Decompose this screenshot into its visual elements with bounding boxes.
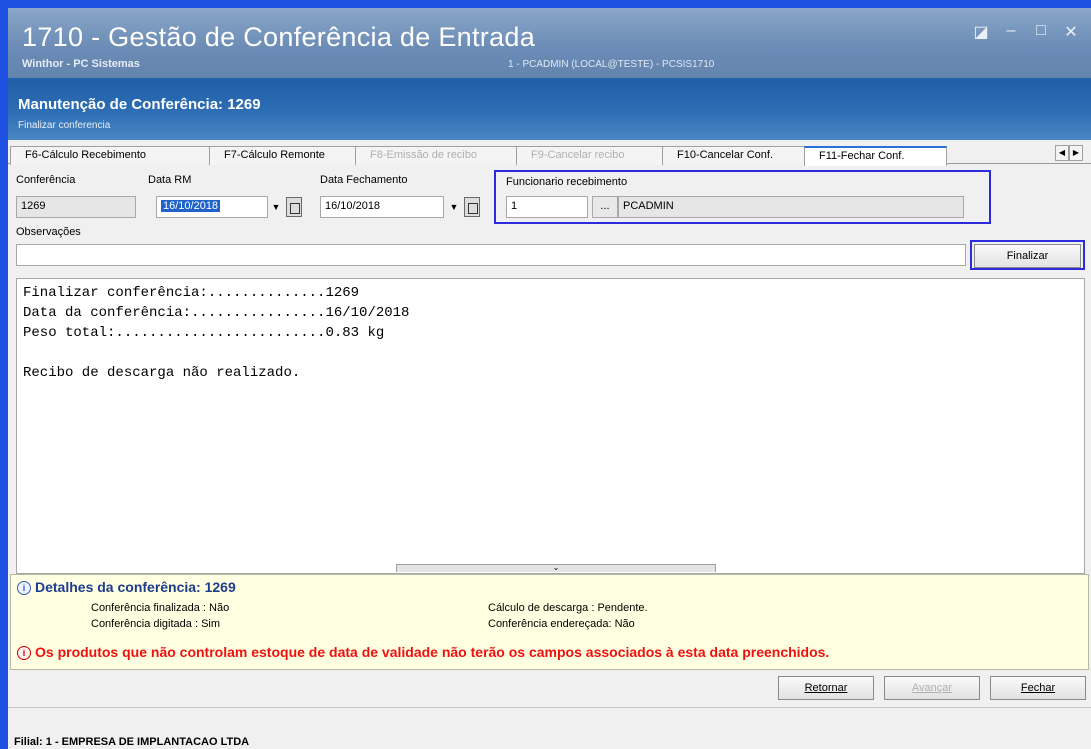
tab-next-icon[interactable]: ▶ xyxy=(1069,145,1083,161)
finalizada-status: Conferência finalizada : Não xyxy=(91,602,230,614)
fechar-button[interactable]: Fechar xyxy=(990,676,1086,700)
tab-calculo-recebimento[interactable]: F6-Cálculo Recebimento xyxy=(10,146,210,165)
fechar-label: Fechar xyxy=(1020,682,1056,694)
warning-text: Os produtos que não controlam estoque de… xyxy=(35,644,830,660)
tab-cancelar-recibo: F9-Cancelar recibo xyxy=(516,146,663,165)
avancar-label: Avançar xyxy=(911,682,953,694)
info-icon: i xyxy=(17,581,31,596)
funcionario-label: Funcionario recebimento xyxy=(506,176,628,188)
log-line: Recibo de descarga não realizado. xyxy=(23,365,301,381)
log-line: Finalizar conferência:..............1269 xyxy=(23,285,360,301)
app-window: 1710 - Gestão de Conferência de Entrada … xyxy=(0,0,1091,749)
tab-emissao-recibo: F8-Emissão de recibo xyxy=(355,146,517,165)
log-line: Data da conferência:................16/1… xyxy=(23,305,410,321)
avancar-button: Avançar xyxy=(884,676,980,700)
funcionario-code-field[interactable]: 1 xyxy=(506,196,588,218)
splitter-handle[interactable]: ⌄ xyxy=(396,564,716,572)
maximize-icon[interactable]: □ xyxy=(1033,22,1049,42)
tab-cancelar-conf[interactable]: F10-Cancelar Conf. xyxy=(662,146,805,165)
data-rm-field[interactable]: 16/10/2018 xyxy=(156,196,268,218)
window-controls: ◪ – □ ✕ xyxy=(973,22,1079,42)
data-rm-value: 16/10/2018 xyxy=(161,200,221,212)
conferencia-field: 1269 xyxy=(16,196,136,218)
close-icon[interactable]: ✕ xyxy=(1063,22,1079,42)
details-title-text: Detalhes da conferência: 1269 xyxy=(35,579,236,595)
page-title: Manutenção de Conferência: 1269 xyxy=(18,96,261,113)
action-bar: Retornar Avançar Fechar xyxy=(8,673,1091,707)
tab-scroll: ◀ ▶ xyxy=(1055,145,1083,161)
conferencia-label: Conferência xyxy=(16,174,76,186)
filial-status: Filial: 1 - EMPRESA DE IMPLANTACAO LTDA xyxy=(14,736,250,748)
data-rm-calendar-icon[interactable] xyxy=(286,197,302,217)
data-fechamento-label: Data Fechamento xyxy=(320,174,408,186)
tab-bar: F6-Cálculo Recebimento F7-Cálculo Remont… xyxy=(8,144,1091,166)
data-fechamento-dropdown-icon[interactable]: ▼ xyxy=(448,196,460,218)
main-content: Manutenção de Conferência: 1269 Finaliza… xyxy=(8,78,1091,749)
app-title: 1710 - Gestão de Conferência de Entrada xyxy=(22,22,536,52)
funcionario-name-field: PCADMIN xyxy=(618,196,964,218)
session-info: 1 - PCADMIN (LOCAL@TESTE) - PCSIS1710 xyxy=(508,59,715,70)
log-output: Finalizar conferência:..............1269… xyxy=(16,278,1085,574)
calculo-status: Cálculo de descarga : Pendente. xyxy=(488,602,648,614)
tab-calculo-remonte[interactable]: F7-Cálculo Remonte xyxy=(209,146,356,165)
tab-prev-icon[interactable]: ◀ xyxy=(1055,145,1069,161)
details-title: i Detalhes da conferência: 1269 xyxy=(17,579,236,596)
digitada-status: Conferência digitada : Sim xyxy=(91,618,221,630)
details-panel: i Detalhes da conferência: 1269 Conferênc… xyxy=(10,574,1089,670)
title-bar: 1710 - Gestão de Conferência de Entrada … xyxy=(8,8,1091,78)
warning-icon: i xyxy=(17,646,31,661)
retornar-button[interactable]: Retornar xyxy=(778,676,874,700)
tab-fechar-conf[interactable]: F11-Fechar Conf. xyxy=(804,146,947,166)
validade-warning: i Os produtos que não controlam estoque d… xyxy=(17,644,830,661)
observacoes-field[interactable] xyxy=(16,244,966,266)
log-line: Peso total:.........................0.83… xyxy=(23,325,385,341)
minimize-icon[interactable]: – xyxy=(1003,22,1019,42)
data-rm-label: Data RM xyxy=(148,174,192,186)
observacoes-label: Observações xyxy=(16,226,81,238)
enderecada-status: Conferência endereçada: Não xyxy=(488,618,635,630)
retornar-label: Retornar xyxy=(804,682,848,694)
section-header: Manutenção de Conferência: 1269 Finaliza… xyxy=(8,78,1091,140)
page-subtitle: Finalizar conferencia xyxy=(18,120,111,131)
funcionario-lookup-button[interactable]: ... xyxy=(592,196,618,218)
restore-icon[interactable]: ◪ xyxy=(973,22,989,42)
data-fechamento-field[interactable]: 16/10/2018 xyxy=(320,196,444,218)
status-bar: Filial: 1 - EMPRESA DE IMPLANTACAO LTDA xyxy=(8,707,1091,749)
app-subtitle: Winthor - PC Sistemas xyxy=(22,58,140,70)
finalizar-button[interactable]: Finalizar xyxy=(974,244,1081,268)
data-fechamento-calendar-icon[interactable] xyxy=(464,197,480,217)
data-rm-dropdown-icon[interactable]: ▼ xyxy=(270,196,282,218)
